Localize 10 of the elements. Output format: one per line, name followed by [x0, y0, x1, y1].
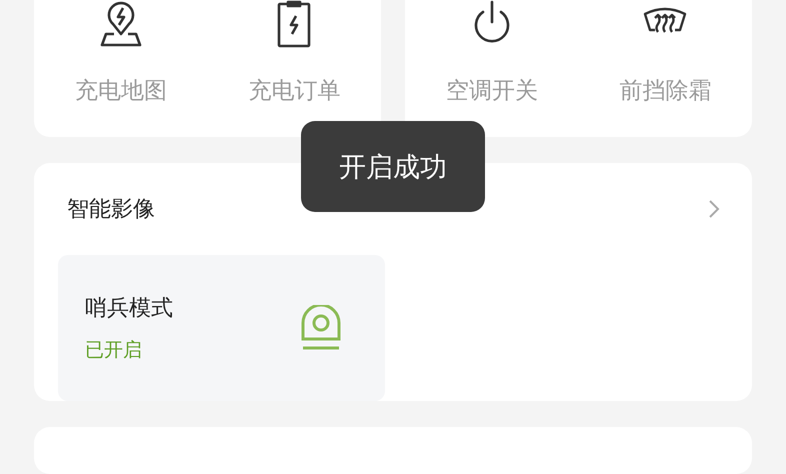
- camera-icon: [301, 305, 341, 351]
- shortcut-label[interactable]: 前挡除霜: [619, 76, 712, 106]
- tile-title: 哨兵模式: [85, 295, 173, 323]
- shortcut-label[interactable]: 充电地图: [74, 76, 167, 106]
- shortcut-label[interactable]: 充电订单: [248, 76, 340, 106]
- section-title: 智能影像: [67, 196, 155, 224]
- shortcut-label[interactable]: 空调开关: [446, 76, 538, 106]
- sentinel-mode-tile[interactable]: 哨兵模式 已开启: [58, 255, 385, 401]
- toast-message: 开启成功: [301, 121, 485, 212]
- tile-status: 已开启: [85, 338, 143, 363]
